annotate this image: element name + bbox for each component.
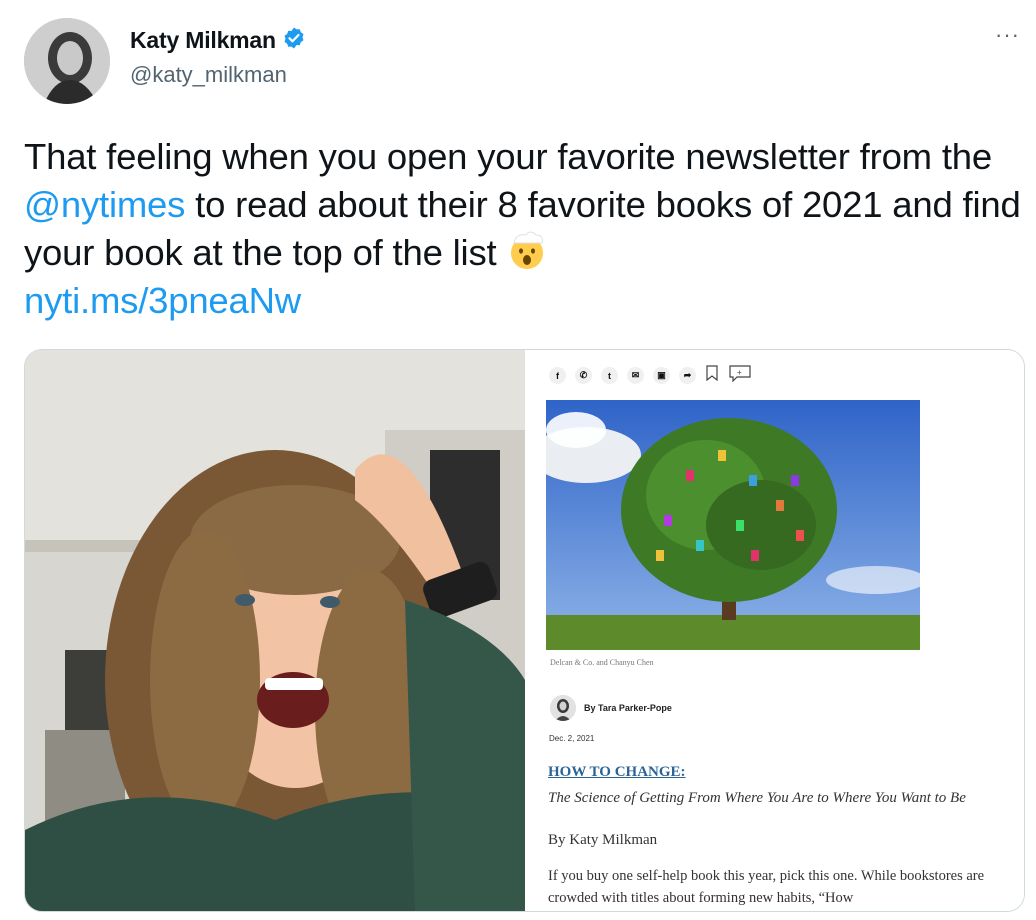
book-subtitle: The Science of Getting From Where You Ar… — [548, 790, 966, 806]
author-name[interactable]: Katy Milkman — [130, 27, 276, 54]
bookmark-icon[interactable] — [705, 365, 719, 386]
share-arrow-icon[interactable]: ➦ — [679, 367, 696, 384]
byline: By Tara Parker-Pope — [550, 695, 672, 721]
facebook-icon[interactable]: f — [549, 367, 566, 384]
book-title: HOW TO CHANGE: — [548, 764, 686, 780]
article-body: If you buy one self-help book this year,… — [548, 868, 985, 906]
article-date: Dec. 2, 2021 — [549, 734, 595, 743]
article-screenshot: f ✆ t ✉ ▣ ➦ + Delcan & Co. and Chanyu Ch… — [525, 350, 1024, 911]
mention-link[interactable]: @nytimes — [24, 184, 185, 225]
avatar[interactable] — [24, 18, 110, 104]
tweet-text-before: That feeling when you open your favorite… — [24, 136, 992, 177]
selfie-photo[interactable] — [25, 350, 525, 911]
article-link[interactable]: nyti.ms/3pneaNw — [24, 280, 301, 321]
verified-badge-icon — [282, 26, 306, 55]
email-icon[interactable]: ✉ — [627, 367, 644, 384]
more-options-icon[interactable]: ··· — [995, 22, 1020, 48]
whatsapp-icon[interactable]: ✆ — [575, 367, 592, 384]
byline-avatar — [550, 695, 576, 721]
tweet-text: That feeling when you open your favorite… — [24, 133, 1024, 325]
svg-text:+: + — [737, 368, 742, 377]
byline-text: By Tara Parker-Pope — [584, 703, 672, 713]
author-handle[interactable]: @katy_milkman — [130, 62, 287, 88]
media-card[interactable]: f ✆ t ✉ ▣ ➦ + Delcan & Co. and Chanyu Ch… — [24, 349, 1025, 912]
book-author: By Katy Milkman — [548, 832, 658, 848]
top-fade — [30, 0, 250, 6]
exploding-head-emoji — [506, 229, 548, 271]
image-caption: Delcan & Co. and Chanyu Chen — [550, 658, 654, 667]
twitter-icon[interactable]: t — [601, 367, 618, 384]
share-toolbar: f ✆ t ✉ ▣ ➦ + — [549, 364, 752, 387]
gift-icon[interactable]: ▣ — [653, 367, 670, 384]
comment-icon[interactable]: + — [728, 364, 752, 387]
book-tree-illustration — [546, 400, 920, 650]
